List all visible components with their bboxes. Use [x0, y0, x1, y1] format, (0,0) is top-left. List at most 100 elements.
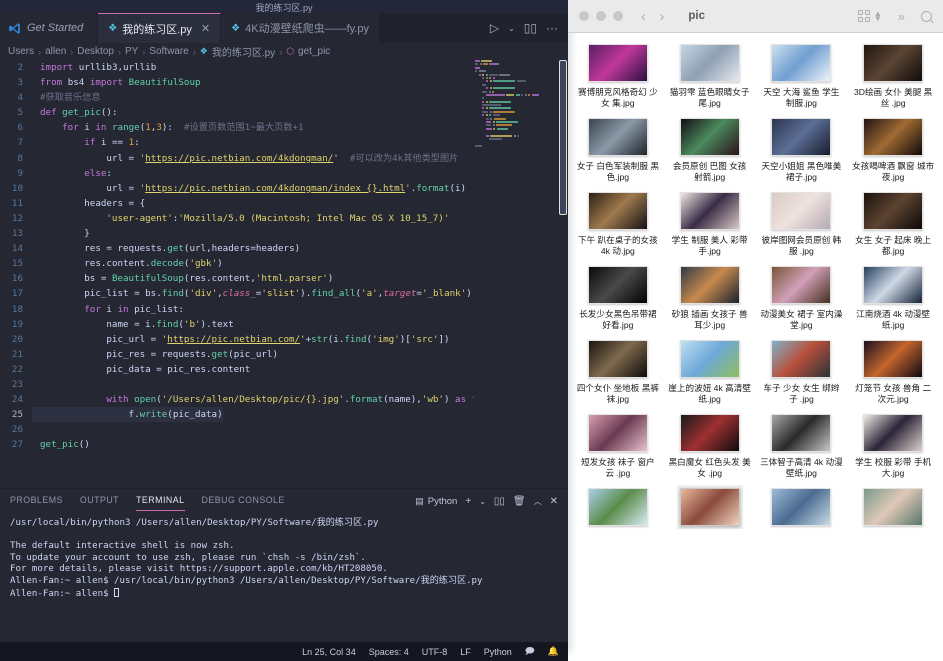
- breadcrumb-item-users[interactable]: Users: [8, 46, 34, 57]
- forward-icon[interactable]: ›: [660, 8, 665, 24]
- file-thumbnail[interactable]: [771, 118, 832, 156]
- finder-icon-grid[interactable]: 赛博朋克风格奇幻 少女 集.jpg 猫羽雫 蓝色眼睛女子 尾.jpg 天空 大海 鲨…: [568, 33, 943, 661]
- finder-file-item[interactable]: 天空 大海 鲨鱼 学生制服.jpg: [756, 41, 848, 115]
- status-cursor-position[interactable]: Ln 25, Col 34: [302, 647, 356, 657]
- finder-file-item[interactable]: 黑白魔女 红色头发 美女 .jpg: [664, 411, 756, 485]
- file-thumbnail[interactable]: [587, 44, 648, 82]
- finder-file-item[interactable]: 灯笼节 女孩 兽角 二次元.jpg: [847, 337, 939, 411]
- file-thumbnail[interactable]: [771, 192, 832, 230]
- zoom-button[interactable]: [613, 11, 623, 21]
- finder-file-item[interactable]: 3D绘画 女仆 美腿 黑丝 .jpg: [847, 41, 939, 115]
- finder-file-item[interactable]: 短发女孩 袜子 窗户 云 .jpg: [572, 411, 664, 485]
- finder-file-item[interactable]: 四个女仆 坐地板 黑裤袜.jpg: [572, 337, 664, 411]
- finder-file-item[interactable]: 砂狼 插画 女孩子 兽耳少.jpg: [664, 263, 756, 337]
- breadcrumb-item-allen[interactable]: allen: [45, 46, 66, 57]
- split-terminal-icon[interactable]: ▯▯: [494, 496, 505, 507]
- add-terminal-icon[interactable]: +: [465, 496, 471, 507]
- more-actions-icon[interactable]: ···: [546, 21, 558, 35]
- file-thumbnail[interactable]: [587, 414, 648, 452]
- status-eol[interactable]: LF: [460, 647, 471, 657]
- file-thumbnail[interactable]: [863, 488, 924, 526]
- file-thumbnail[interactable]: [863, 192, 924, 230]
- maximize-panel-icon[interactable]: ︿: [534, 496, 542, 507]
- finder-file-item[interactable]: 江南烧酒 4k 动漫壁纸.jpg: [847, 263, 939, 337]
- file-thumbnail[interactable]: [863, 340, 924, 378]
- finder-file-item[interactable]: 学生 制服 美人 彩带 手.jpg: [664, 189, 756, 263]
- bell-icon[interactable]: 🔔: [548, 646, 559, 657]
- tab-4k-wallpaper-crawler[interactable]: ❖ 4K动漫壁纸爬虫——fy.py: [221, 13, 380, 43]
- view-options[interactable]: ▲ ▼: [857, 10, 882, 23]
- status-indentation[interactable]: Spaces: 4: [369, 647, 409, 657]
- breadcrumb-item-desktop[interactable]: Desktop: [77, 46, 114, 57]
- terminal-output[interactable]: /usr/local/bin/python3 /Users/allen/Desk…: [0, 514, 568, 604]
- minimap[interactable]: [473, 60, 558, 488]
- breadcrumb-item-py[interactable]: PY: [125, 46, 138, 57]
- panel-tab-output[interactable]: OUTPUT: [80, 495, 119, 509]
- file-thumbnail[interactable]: [771, 488, 832, 526]
- finder-file-item[interactable]: [756, 485, 848, 537]
- chevron-down-icon[interactable]: ⌄: [508, 24, 515, 33]
- view-stepper-icon[interactable]: ▲ ▼: [874, 10, 882, 23]
- file-thumbnail[interactable]: [679, 340, 740, 378]
- finder-file-item[interactable]: 车子 少女 女生 绑辫子 .jpg: [756, 337, 848, 411]
- finder-file-item[interactable]: 女生 女子 起床 晚上 都.jpg: [847, 189, 939, 263]
- finder-file-item[interactable]: 女子 白色军装制服 黑色.jpg: [572, 115, 664, 189]
- finder-file-item[interactable]: 会员原创 巴图 女孩 射箭.jpg: [664, 115, 756, 189]
- finder-file-item[interactable]: 崖上的波妞 4k 高清壁纸.jpg: [664, 337, 756, 411]
- file-thumbnail[interactable]: [587, 118, 648, 156]
- kill-terminal-icon[interactable]: 🗑: [513, 496, 526, 507]
- panel-tab-debug-console[interactable]: DEBUG CONSOLE: [202, 495, 285, 509]
- file-thumbnail[interactable]: [679, 414, 740, 452]
- finder-file-item[interactable]: [664, 485, 756, 537]
- finder-file-item[interactable]: 动漫美女 裙子 室内澡堂.jpg: [756, 263, 848, 337]
- file-thumbnail[interactable]: [863, 266, 924, 304]
- finder-file-item[interactable]: 三体智子高清 4k 动漫壁纸.jpg: [756, 411, 848, 485]
- file-thumbnail[interactable]: [863, 118, 924, 156]
- split-editor-icon[interactable]: ▯▯: [524, 21, 537, 35]
- panel-tab-terminal[interactable]: TERMINAL: [136, 495, 186, 511]
- file-thumbnail[interactable]: [679, 118, 740, 156]
- file-thumbnail[interactable]: [587, 192, 648, 230]
- breadcrumb-item-file[interactable]: 我的练习区.py: [212, 44, 275, 59]
- file-thumbnail[interactable]: [679, 44, 740, 82]
- run-icon[interactable]: ▷: [490, 21, 499, 35]
- finder-file-item[interactable]: [572, 485, 664, 537]
- finder-file-item[interactable]: 长发少女黑色吊带裙 好看.jpg: [572, 263, 664, 337]
- status-encoding[interactable]: UTF-8: [422, 647, 448, 657]
- editor-scrollbar[interactable]: [558, 60, 568, 488]
- file-thumbnail[interactable]: [587, 488, 648, 526]
- status-language-mode[interactable]: Python: [484, 647, 512, 657]
- more-toolbar-icon[interactable]: »: [898, 9, 905, 24]
- breadcrumb-item-software[interactable]: Software: [149, 46, 188, 57]
- file-thumbnail[interactable]: [771, 266, 832, 304]
- feedback-icon[interactable]: 🗩: [525, 644, 535, 660]
- close-panel-icon[interactable]: ✕: [550, 496, 558, 507]
- finder-file-item[interactable]: 彼岸图网会员原创 韩服 .jpg: [756, 189, 848, 263]
- file-thumbnail[interactable]: [771, 44, 832, 82]
- back-icon[interactable]: ‹: [641, 8, 646, 24]
- tab-get-started[interactable]: Get Started: [0, 13, 99, 43]
- tab-my-practice-py[interactable]: ❖ 我的练习区.py ✕: [98, 13, 222, 43]
- grid-view-icon[interactable]: [857, 10, 870, 22]
- minimize-button[interactable]: [596, 11, 606, 21]
- file-thumbnail[interactable]: [587, 266, 648, 304]
- file-thumbnail[interactable]: [679, 266, 740, 304]
- finder-file-item[interactable]: 赛博朋克风格奇幻 少女 集.jpg: [572, 41, 664, 115]
- panel-tab-problems[interactable]: PROBLEMS: [10, 495, 63, 509]
- finder-file-item[interactable]: 猫羽雫 蓝色眼睛女子 尾.jpg: [664, 41, 756, 115]
- terminal-shell-selector[interactable]: ▤ Python: [415, 496, 457, 507]
- scrollbar-thumb[interactable]: [559, 60, 567, 215]
- file-thumbnail[interactable]: [771, 340, 832, 378]
- search-icon[interactable]: [921, 10, 932, 22]
- close-icon[interactable]: ✕: [201, 22, 210, 35]
- finder-file-item[interactable]: 天空小姐姐 黑色唯美裙子.jpg: [756, 115, 848, 189]
- close-button[interactable]: [579, 11, 589, 21]
- file-thumbnail[interactable]: [771, 414, 832, 452]
- file-thumbnail[interactable]: [679, 488, 740, 526]
- finder-file-item[interactable]: [847, 485, 939, 537]
- file-thumbnail[interactable]: [679, 192, 740, 230]
- finder-file-item[interactable]: 学生 校服 彩带 手机 大.jpg: [847, 411, 939, 485]
- finder-file-item[interactable]: 下午 趴在桌子的女孩 4k 动.jpg: [572, 189, 664, 263]
- file-thumbnail[interactable]: [587, 340, 648, 378]
- finder-file-item[interactable]: 女孩喝啤酒 飘窗 城市夜.jpg: [847, 115, 939, 189]
